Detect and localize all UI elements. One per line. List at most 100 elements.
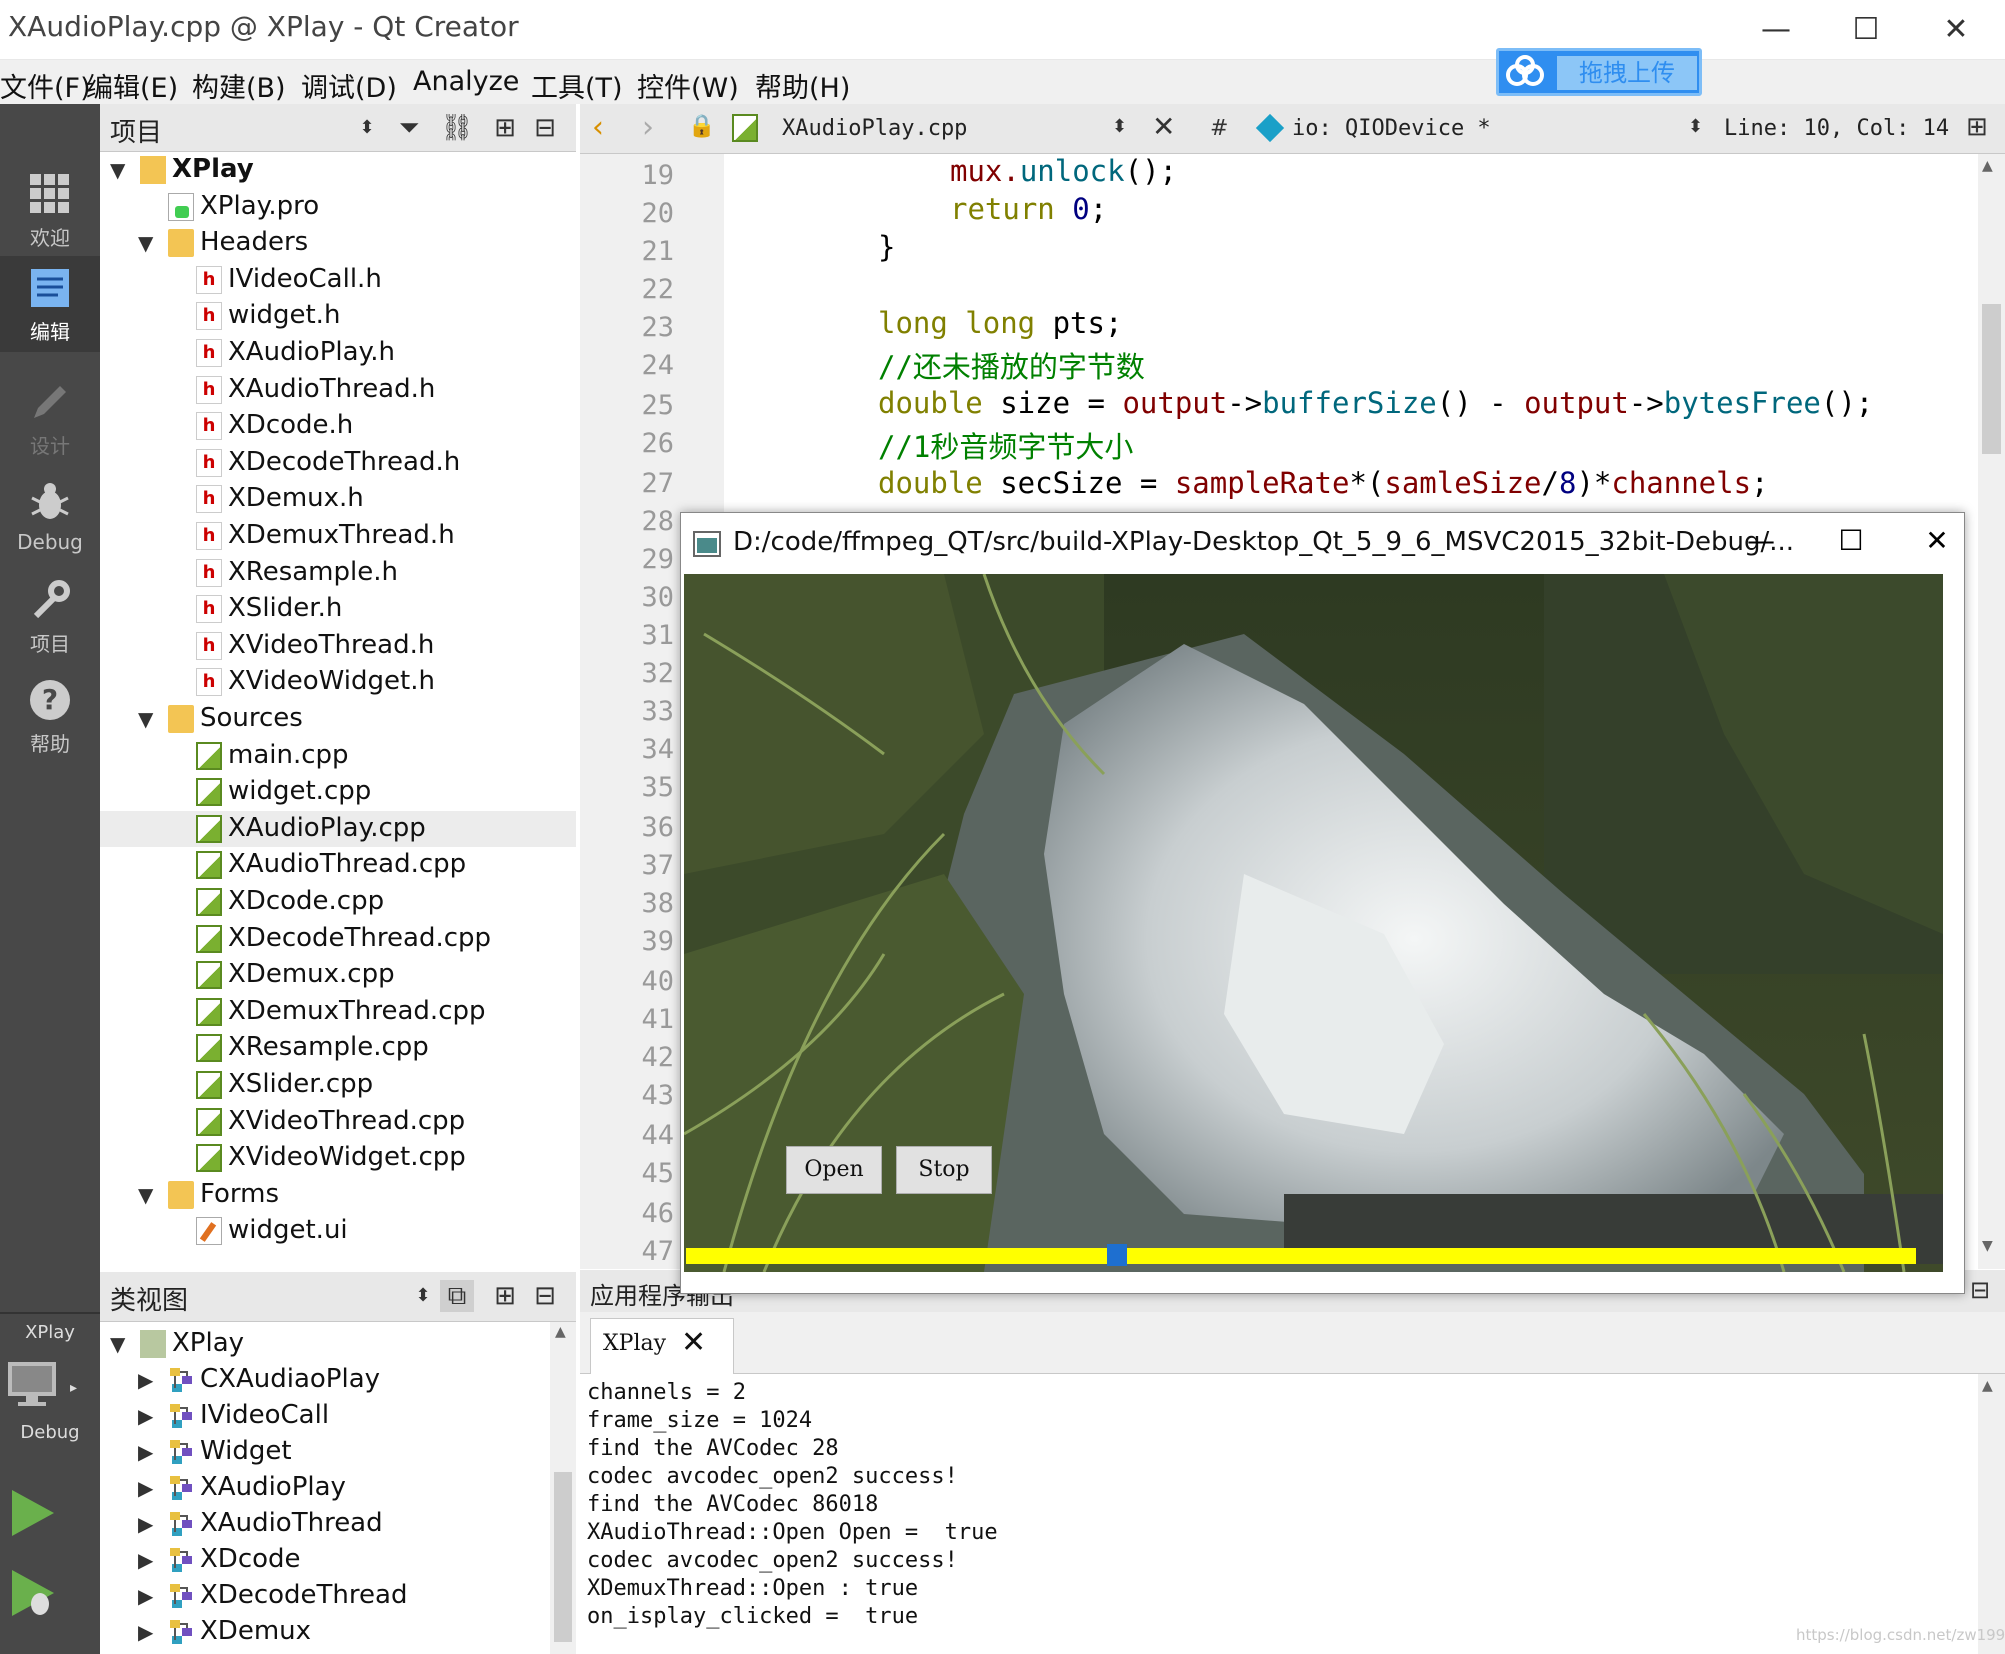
output-tab-xplay[interactable]: XPlay ✕ — [590, 1318, 734, 1374]
scroll-down-icon[interactable]: ▼ — [1982, 1238, 1993, 1254]
progress-slider[interactable] — [686, 1244, 1916, 1266]
tree-item-header[interactable]: h XDemuxThread.h — [100, 518, 576, 554]
tree-item-form[interactable]: widget.ui — [100, 1213, 576, 1249]
output-scrollbar[interactable]: ▲ — [1978, 1374, 2005, 1654]
debug-run-button[interactable] — [8, 1566, 58, 1620]
tree-item-source[interactable]: XDecodeThread.cpp — [100, 921, 576, 957]
tree-item-header[interactable]: h XVideoThread.h — [100, 628, 576, 664]
tree-item-source[interactable]: XVideoWidget.cpp — [100, 1140, 576, 1176]
run-button[interactable] — [8, 1486, 58, 1540]
mode-help[interactable]: ? 帮助 — [0, 668, 100, 764]
player-minimize-button[interactable]: — — [1731, 519, 1791, 563]
player-maximize-button[interactable]: ☐ — [1821, 519, 1881, 563]
class-tree-root[interactable]: ▼ XPlay — [100, 1326, 550, 1362]
open-button[interactable]: Open — [786, 1146, 882, 1194]
class-view-selector-arrows-icon[interactable]: ⬍ — [406, 1280, 440, 1312]
view-selector-arrows-icon[interactable]: ⬍ — [350, 112, 384, 144]
tree-root-project[interactable]: ▼ XPlay — [100, 152, 576, 188]
collapse-arrow-icon[interactable]: ▼ — [110, 1332, 132, 1356]
class-scroll-thumb[interactable] — [554, 1472, 572, 1642]
tree-item-header[interactable]: h XAudioThread.h — [100, 372, 576, 408]
tree-item-source[interactable]: XAudioThread.cpp — [100, 847, 576, 883]
mode-edit[interactable]: 编辑 — [0, 256, 100, 352]
tree-item-header[interactable]: h widget.h — [100, 298, 576, 334]
tree-folder-forms[interactable]: ▼ Forms — [100, 1177, 576, 1213]
stop-button[interactable]: Stop — [896, 1146, 992, 1194]
expand-arrow-icon[interactable]: ▶ — [138, 1548, 160, 1572]
tree-folder-sources[interactable]: ▼ Sources — [100, 701, 576, 737]
expand-arrow-icon[interactable]: ▼ — [138, 707, 160, 731]
expand-arrow-icon[interactable]: ▶ — [138, 1368, 160, 1392]
class-tree-item[interactable]: ▶ CXAudiaoPlay — [100, 1362, 550, 1398]
expand-arrow-icon[interactable]: ▼ — [138, 1183, 160, 1207]
tree-item-source[interactable]: XDemuxThread.cpp — [100, 994, 576, 1030]
class-close-icon[interactable]: ⊟ — [528, 1280, 562, 1312]
expand-arrow-icon[interactable]: ▼ — [110, 158, 132, 182]
editor-scrollbar[interactable]: ▲ ▼ — [1978, 154, 2005, 1269]
symbol-selector-arrows-icon[interactable]: ⬍ — [1688, 116, 1703, 137]
class-tree-item[interactable]: ▶ IVideoCall — [100, 1398, 550, 1434]
tree-item-source[interactable]: XResample.cpp — [100, 1030, 576, 1066]
menu-debug[interactable]: 调试(D) — [301, 66, 397, 105]
maximize-button[interactable]: ☐ — [1836, 8, 1896, 52]
split-icon[interactable]: ⊞ — [488, 112, 522, 144]
close-file-icon[interactable]: ✕ — [1152, 110, 1175, 143]
editor-scroll-thumb[interactable] — [1982, 304, 2001, 454]
minimize-button[interactable]: — — [1746, 8, 1806, 52]
filter-icon[interactable]: ⏷ — [392, 112, 426, 144]
class-tree-item[interactable]: ▶ XDecodeThread — [100, 1578, 550, 1614]
class-tree-item[interactable]: ▶ XDemux — [100, 1614, 550, 1650]
tree-item-header[interactable]: h XDcode.h — [100, 408, 576, 444]
expand-arrow-icon[interactable]: ▶ — [138, 1440, 160, 1464]
mode-design[interactable]: 设计 — [0, 370, 100, 466]
tree-item-header[interactable]: h XSlider.h — [100, 591, 576, 627]
close-button[interactable]: ✕ — [1926, 8, 1986, 52]
expand-arrow-icon[interactable]: ▶ — [138, 1404, 160, 1428]
expand-arrow-icon[interactable]: ▼ — [138, 231, 160, 255]
mode-welcome[interactable]: 欢迎 — [0, 162, 100, 258]
link-icon[interactable]: ⛓ — [440, 112, 474, 144]
menu-widgets[interactable]: 控件(W) — [637, 66, 739, 105]
close-panel-icon[interactable]: ⊟ — [528, 112, 562, 144]
class-tree-item[interactable]: ▶ XDcode — [100, 1542, 550, 1578]
class-tree-item[interactable]: ▶ Widget — [100, 1434, 550, 1470]
symbol-selector[interactable]: io: QIODevice * — [1292, 116, 1491, 141]
forward-icon[interactable]: › — [642, 110, 654, 145]
back-icon[interactable]: ‹ — [592, 110, 604, 145]
tree-item-source[interactable]: widget.cpp — [100, 774, 576, 810]
class-tree-item[interactable]: ▶ XAudioPlay — [100, 1470, 550, 1506]
expand-arrow-icon[interactable]: ▶ — [138, 1620, 160, 1644]
open-file-name[interactable]: XAudioPlay.cpp — [782, 116, 967, 141]
output-scroll-up-icon[interactable]: ▲ — [1982, 1378, 1993, 1394]
tree-item-source[interactable]: main.cpp — [100, 738, 576, 774]
tree-item-header[interactable]: h XAudioPlay.h — [100, 335, 576, 371]
split-editor-icon[interactable]: ⊞ — [1966, 112, 1988, 142]
tree-item-source[interactable]: XDcode.cpp — [100, 884, 576, 920]
class-scroll-up-icon[interactable]: ▲ — [555, 1324, 566, 1340]
mode-projects[interactable]: 项目 — [0, 568, 100, 664]
tree-folder-headers[interactable]: ▼ Headers — [100, 225, 576, 261]
file-selector-arrows-icon[interactable]: ⬍ — [1112, 116, 1127, 137]
tree-item-header[interactable]: h XDecodeThread.h — [100, 445, 576, 481]
tree-item-source[interactable]: XVideoThread.cpp — [100, 1104, 576, 1140]
menu-build[interactable]: 构建(B) — [192, 66, 286, 105]
upload-button[interactable]: 拖拽上传 — [1496, 48, 1702, 96]
tree-item-header[interactable]: h XDemux.h — [100, 481, 576, 517]
output-tab-close-icon[interactable]: ✕ — [681, 1325, 706, 1360]
menu-tools[interactable]: 工具(T) — [531, 66, 623, 105]
tree-item-source[interactable]: XDemux.cpp — [100, 957, 576, 993]
expand-arrow-icon[interactable]: ▶ — [138, 1584, 160, 1608]
class-tree-item[interactable]: ▶ XAudioThread — [100, 1506, 550, 1542]
menu-help[interactable]: 帮助(H) — [755, 66, 850, 105]
class-split-icon[interactable]: ⊞ — [488, 1280, 522, 1312]
kit-selector[interactable]: ▸ Debug — [0, 1356, 100, 1454]
mode-debug[interactable]: Debug — [0, 470, 100, 566]
output-close-icon[interactable]: ⊟ — [1970, 1276, 1990, 1304]
tree-item-source[interactable]: XSlider.cpp — [100, 1067, 576, 1103]
player-close-button[interactable]: ✕ — [1907, 519, 1967, 563]
class-tree-scrollbar[interactable]: ▲ — [550, 1322, 576, 1654]
menu-edit[interactable]: 编辑(E) — [86, 66, 178, 105]
scroll-up-icon[interactable]: ▲ — [1982, 158, 1993, 174]
progress-slider-handle[interactable] — [1107, 1244, 1127, 1266]
tree-item-pro-file[interactable]: XPlay.pro — [100, 189, 576, 225]
